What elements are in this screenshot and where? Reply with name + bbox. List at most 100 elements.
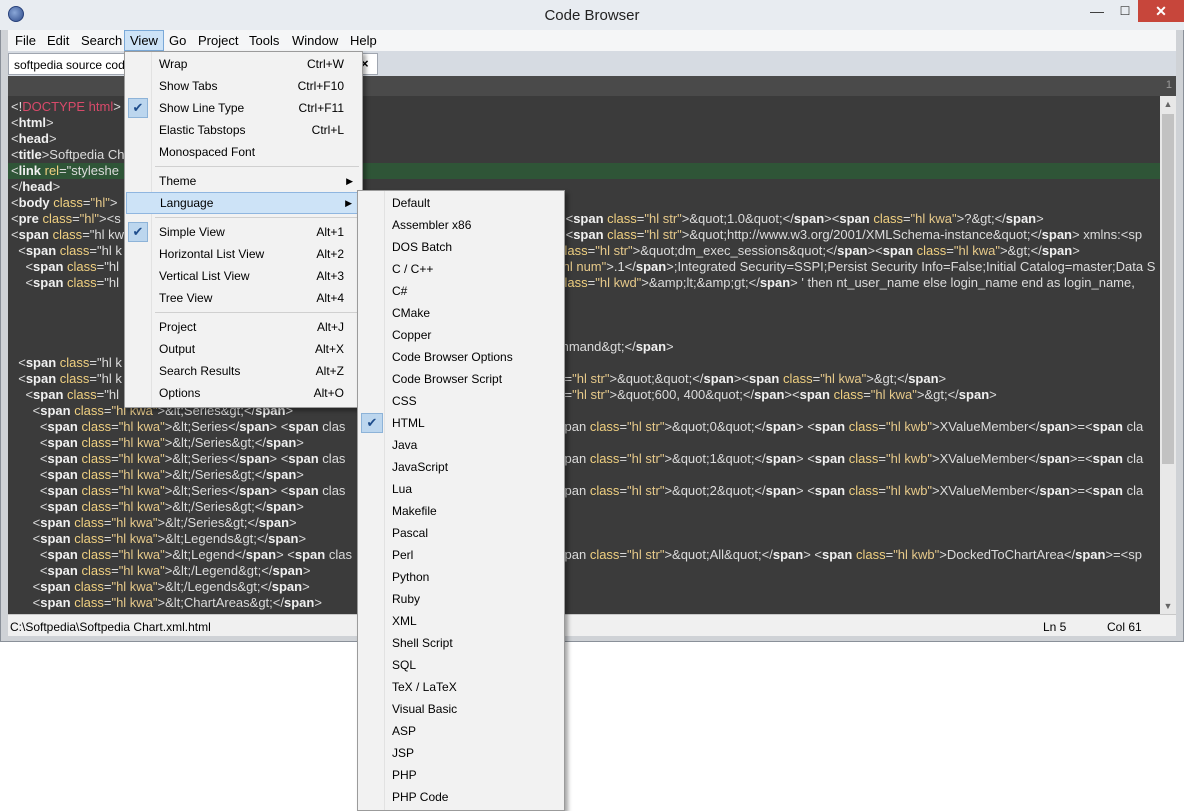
language-item-cmake[interactable]: CMake: [359, 302, 563, 324]
code-line-fragment: mmand&gt;</span>: [558, 339, 674, 354]
menu-item-label: Monospaced Font: [159, 145, 256, 159]
language-item-code-browser-options[interactable]: Code Browser Options: [359, 346, 563, 368]
status-file-path: C:\Softpedia\Softpedia Chart.xml.html: [10, 620, 211, 634]
language-item-label: C#: [392, 284, 408, 298]
menu-edit[interactable]: Edit: [42, 30, 74, 51]
menu-view[interactable]: View: [124, 30, 164, 51]
language-item-label: Ruby: [392, 592, 421, 606]
code-line-fragment: span class="hl str">&quot;2&quot;</span>…: [558, 483, 1144, 498]
view-menu-item-search-results[interactable]: Search Results Alt+Z: [126, 360, 361, 382]
view-menu-item-horizontal-list-view[interactable]: Horizontal List View Alt+2: [126, 243, 361, 265]
menu-tools[interactable]: Tools: [244, 30, 284, 51]
document-tab-label: softpedia source code: [14, 58, 132, 72]
window-title: Code Browser: [544, 7, 640, 24]
view-menu-item-wrap[interactable]: Wrap Ctrl+W: [126, 53, 361, 75]
language-item-python[interactable]: Python: [359, 566, 563, 588]
language-item-jsp[interactable]: JSP: [359, 742, 563, 764]
view-menu-item-options[interactable]: Options Alt+O: [126, 382, 361, 404]
language-item-css[interactable]: CSS: [359, 390, 563, 412]
view-menu-item-elastic-tabstops[interactable]: Elastic Tabstops Ctrl+L: [126, 119, 361, 141]
code-line: <span class="hl kw: [11, 227, 125, 242]
language-item-pascal[interactable]: Pascal: [359, 522, 563, 544]
submenu-arrow-icon: ▶: [346, 176, 353, 186]
language-item-label: PHP Code: [392, 790, 449, 804]
view-menu-item-simple-view[interactable]: ✔ Simple View Alt+1: [126, 221, 361, 243]
view-menu-item-language[interactable]: Language ▶: [126, 192, 361, 214]
menu-go[interactable]: Go: [164, 30, 191, 51]
menu-item-shortcut: Ctrl+F10: [297, 79, 344, 93]
menu-item-label: Options: [159, 386, 201, 400]
code-line-fragment: span class="hl str">&quot;1&quot;</span>…: [558, 451, 1144, 466]
language-item-label: Visual Basic: [392, 702, 458, 716]
code-line-fragment: =<span class="hl str">&quot;http://www.w…: [558, 227, 1143, 242]
language-item-lua[interactable]: Lua: [359, 478, 563, 500]
view-menu-item-theme[interactable]: Theme ▶: [126, 170, 361, 192]
submenu-arrow-icon: ▶: [345, 198, 352, 208]
scroll-up-icon[interactable]: ▲: [1160, 96, 1176, 112]
menu-item-label: Simple View: [159, 225, 225, 239]
close-button[interactable]: ✕: [1138, 0, 1184, 22]
view-menu-item-project[interactable]: Project Alt+J: [126, 316, 361, 338]
menu-item-label: Elastic Tabstops: [159, 123, 246, 137]
language-item-shell-script[interactable]: Shell Script: [359, 632, 563, 654]
language-item-ruby[interactable]: Ruby: [359, 588, 563, 610]
menu-window[interactable]: Window: [287, 30, 343, 51]
language-item-php[interactable]: PHP: [359, 764, 563, 786]
language-item-dos-batch[interactable]: DOS Batch: [359, 236, 563, 258]
code-line: <span class="hl kwa">&lt;/Series&gt;</sp…: [11, 467, 304, 482]
menu-item-label: Tree View: [159, 291, 213, 305]
scroll-down-icon[interactable]: ▼: [1160, 598, 1176, 614]
language-item-java[interactable]: Java: [359, 434, 563, 456]
language-item-php-code[interactable]: PHP Code: [359, 786, 563, 808]
language-item-label: TeX / LaTeX: [392, 680, 457, 694]
language-item-copper[interactable]: Copper: [359, 324, 563, 346]
menu-search[interactable]: Search: [76, 30, 127, 51]
language-item-code-browser-script[interactable]: Code Browser Script: [359, 368, 563, 390]
view-menu-item-vertical-list-view[interactable]: Vertical List View Alt+3: [126, 265, 361, 287]
menu-project[interactable]: Project: [193, 30, 243, 51]
code-line: <span class="hl kwa">&lt;/Legends&gt;</s…: [11, 579, 310, 594]
menu-separator: [155, 166, 359, 167]
view-menu-item-output[interactable]: Output Alt+X: [126, 338, 361, 360]
language-item-default[interactable]: Default: [359, 192, 563, 214]
language-item-visual-basic[interactable]: Visual Basic: [359, 698, 563, 720]
language-item-perl[interactable]: Perl: [359, 544, 563, 566]
view-menu-item-monospaced-font[interactable]: Monospaced Font: [126, 141, 361, 163]
code-line: <!DOCTYPE html>: [11, 99, 121, 114]
code-line: <span class="hl kwa">&lt;Legends&gt;</sp…: [11, 531, 307, 546]
language-item-label: Python: [392, 570, 430, 584]
language-item-javascript[interactable]: JavaScript: [359, 456, 563, 478]
language-item-label: Lua: [392, 482, 413, 496]
language-item-assembler-x86[interactable]: Assembler x86: [359, 214, 563, 236]
view-menu-item-show-tabs[interactable]: Show Tabs Ctrl+F10: [126, 75, 361, 97]
language-item-xml[interactable]: XML: [359, 610, 563, 632]
code-line-fragment: s="hl str">&quot;&quot;</span><span clas…: [558, 371, 947, 386]
language-item-sql[interactable]: SQL: [359, 654, 563, 676]
menu-file[interactable]: File: [10, 30, 41, 51]
language-item-label: Java: [392, 438, 418, 452]
view-menu-item-show-line-type[interactable]: ✔ Show Line Type Ctrl+F11: [126, 97, 361, 119]
menu-item-label: Language: [160, 196, 214, 210]
language-item-label: Assembler x86: [392, 218, 472, 232]
language-item-html[interactable]: ✔ HTML: [359, 412, 563, 434]
code-line: <span class="hl k: [11, 371, 122, 386]
language-item-tex-latex[interactable]: TeX / LaTeX: [359, 676, 563, 698]
status-column: Col 61: [1107, 620, 1142, 634]
menu-help[interactable]: Help: [345, 30, 382, 51]
language-item-asp[interactable]: ASP: [359, 720, 563, 742]
menu-item-label: Show Line Type: [159, 101, 245, 115]
code-line: <span class="hl kwa">&lt;Series</span> <…: [11, 419, 346, 434]
language-item-makefile[interactable]: Makefile: [359, 500, 563, 522]
menu-item-shortcut: Ctrl+W: [307, 57, 344, 71]
ruler-number: 1: [1165, 79, 1172, 91]
maximize-button[interactable]: ☐: [1108, 0, 1142, 22]
view-menu-item-tree-view[interactable]: Tree View Alt+4: [126, 287, 361, 309]
language-item-label: Pascal: [392, 526, 429, 540]
language-item-label: DOS Batch: [392, 240, 453, 254]
language-item-c-c++[interactable]: C / C++: [359, 258, 563, 280]
scrollbar-thumb[interactable]: [1162, 114, 1174, 464]
checkmark-icon: ✔: [361, 413, 383, 433]
language-item-label: HTML: [392, 416, 425, 430]
language-item-label: Perl: [392, 548, 414, 562]
language-item-c#[interactable]: C#: [359, 280, 563, 302]
